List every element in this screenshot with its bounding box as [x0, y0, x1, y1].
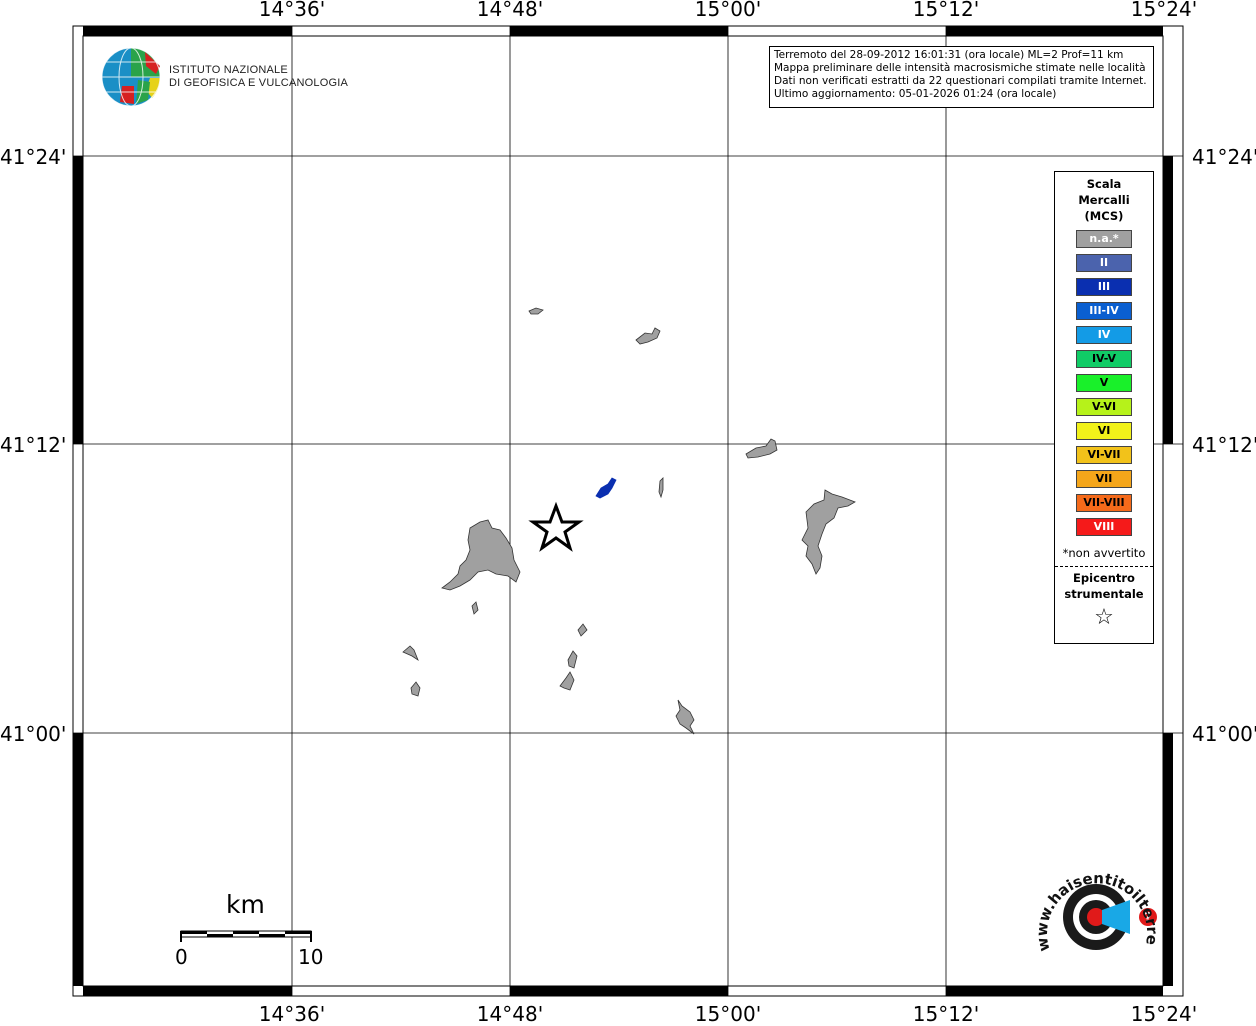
lon-label-top: 15°24': [1130, 0, 1198, 21]
lon-label-bottom: 14°36': [258, 1002, 326, 1026]
ingv-logo-line2: DI GEOFISICA E VULCANOLOGIA: [169, 77, 348, 89]
legend-item-viii: VIII: [1076, 518, 1132, 536]
ingv-logo-text: ISTITUTO NAZIONALE DI GEOFISICA E VULCAN…: [169, 64, 348, 90]
lon-label-top: 14°36': [258, 0, 326, 21]
legend-title-line: (MCS): [1084, 209, 1124, 223]
scale-unit-label: km: [226, 890, 265, 919]
legend-item-vii: VII: [1076, 470, 1132, 488]
legend-items: n.a.* II III III-IV IV IV-V V V-VI VI VI-VII VII VI…: [1055, 230, 1153, 536]
legend-item-v-vi: V-VI: [1076, 398, 1132, 416]
legend-item-iii: III: [1076, 278, 1132, 296]
legend-separator: [1055, 566, 1153, 567]
legend-item-v: V: [1076, 374, 1132, 392]
legend-epicenter-label: Epicentro strumentale: [1055, 570, 1153, 602]
lon-label-top: 15°00': [694, 0, 762, 21]
frame-ticks-bottom: [83, 986, 1163, 996]
lat-label-right: 41°00': [1192, 722, 1256, 746]
lat-label-left: 41°24': [0, 145, 67, 169]
legend-epicenter-line: strumentale: [1064, 587, 1144, 601]
legend-item-vii-viii: VII-VIII: [1076, 494, 1132, 512]
lon-label-bottom: 15°00': [694, 1002, 762, 1026]
legend-item-iv: IV: [1076, 326, 1132, 344]
lat-label-right: 41°12': [1192, 433, 1256, 457]
lon-label-top: 14°48': [476, 0, 544, 21]
frame-ticks-top: [83, 26, 1163, 36]
event-info-line: Dati non verificati estratti da 22 quest…: [774, 75, 1147, 87]
scale-start-label: 0: [175, 945, 188, 969]
legend-title-line: Mercalli: [1078, 193, 1130, 207]
legend-item-iv-v: IV-V: [1076, 350, 1132, 368]
frame-ticks-right: [1163, 156, 1173, 986]
lon-label-bottom: 15°24': [1130, 1002, 1198, 1026]
scale-end-label: 10: [298, 945, 324, 969]
mcs-legend: Scala Mercalli (MCS) n.a.* II III III-IV IV I…: [1054, 171, 1154, 644]
lat-label-left: 41°12': [0, 433, 67, 457]
map-frame-inner: [82, 35, 1164, 987]
legend-item-iii-iv: III-IV: [1076, 302, 1132, 320]
legend-note: *non avvertito: [1062, 546, 1146, 560]
lon-label-bottom: 15°12': [912, 1002, 980, 1026]
legend-item-vi: VI: [1076, 422, 1132, 440]
legend-title: Scala Mercalli (MCS): [1055, 176, 1153, 224]
event-info-line: Terremoto del 28-09-2012 16:01:31 (ora l…: [774, 49, 1124, 61]
event-info-line: Ultimo aggiornamento: 05-01-2026 01:24 (…: [774, 88, 1057, 100]
ingv-logo-line1: ISTITUTO NAZIONALE: [169, 64, 288, 76]
event-info-box: Terremoto del 28-09-2012 16:01:31 (ora l…: [769, 46, 1154, 108]
ingv-logo-icon: [101, 47, 161, 107]
lon-label-bottom: 14°48': [476, 1002, 544, 1026]
legend-item-vi-vii: VI-VII: [1076, 446, 1132, 464]
lat-label-left: 41°00': [0, 722, 67, 746]
legend-title-line: Scala: [1086, 177, 1122, 191]
legend-item-ii: II: [1076, 254, 1132, 272]
legend-star-icon: ☆: [1094, 605, 1114, 630]
legend-item-n-a: n.a.*: [1076, 230, 1132, 248]
event-info-line: Mappa preliminare delle intensità macros…: [774, 62, 1146, 74]
frame-ticks-left: [73, 156, 83, 986]
lat-label-right: 41°24': [1192, 145, 1256, 169]
legend-epicenter-line: Epicentro: [1073, 571, 1135, 585]
lon-label-top: 15°12': [912, 0, 980, 21]
